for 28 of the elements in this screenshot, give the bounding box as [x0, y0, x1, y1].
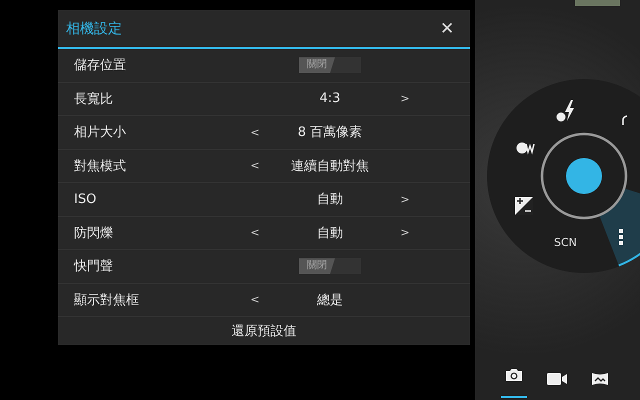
dialog-title: 相機設定	[66, 20, 122, 38]
setting-label: 顯示對焦框	[73, 292, 140, 309]
video-camera-icon	[547, 373, 567, 385]
setting-label: 快門聲	[72, 258, 114, 276]
setting-value: 連續自動對焦	[290, 158, 370, 175]
reset-button[interactable]: 還原預設值	[58, 317, 470, 345]
selected-menu-segment[interactable]	[599, 188, 640, 266]
scene-mode-label[interactable]: SCN	[554, 236, 577, 249]
setting-label: ISO	[73, 192, 98, 207]
curve-icon[interactable]	[622, 115, 628, 125]
awb-mode-icon[interactable]	[516, 142, 535, 155]
exposure-icon[interactable]	[515, 197, 533, 215]
setting-label: 對焦模式	[73, 158, 127, 175]
setting-value: 4:3	[318, 91, 342, 106]
setting-value: 自動	[316, 191, 344, 208]
camera-icon	[505, 368, 523, 382]
shutter-button[interactable]	[566, 158, 602, 194]
setting-label: 儲存位置	[73, 57, 127, 74]
close-button[interactable]: ✕	[436, 18, 458, 39]
setting-label: 防閃爍	[73, 224, 114, 242]
setting-value: 總是	[316, 292, 344, 309]
more-options-icon[interactable]	[619, 229, 623, 245]
setting-label: 長寬比	[73, 90, 114, 108]
setting-value: 8 百萬像素	[296, 124, 364, 142]
setting-label: 相片大小	[73, 124, 127, 142]
panorama-icon	[591, 372, 609, 386]
flash-auto-icon[interactable]	[556, 100, 574, 122]
setting-value: 自動	[316, 224, 344, 242]
